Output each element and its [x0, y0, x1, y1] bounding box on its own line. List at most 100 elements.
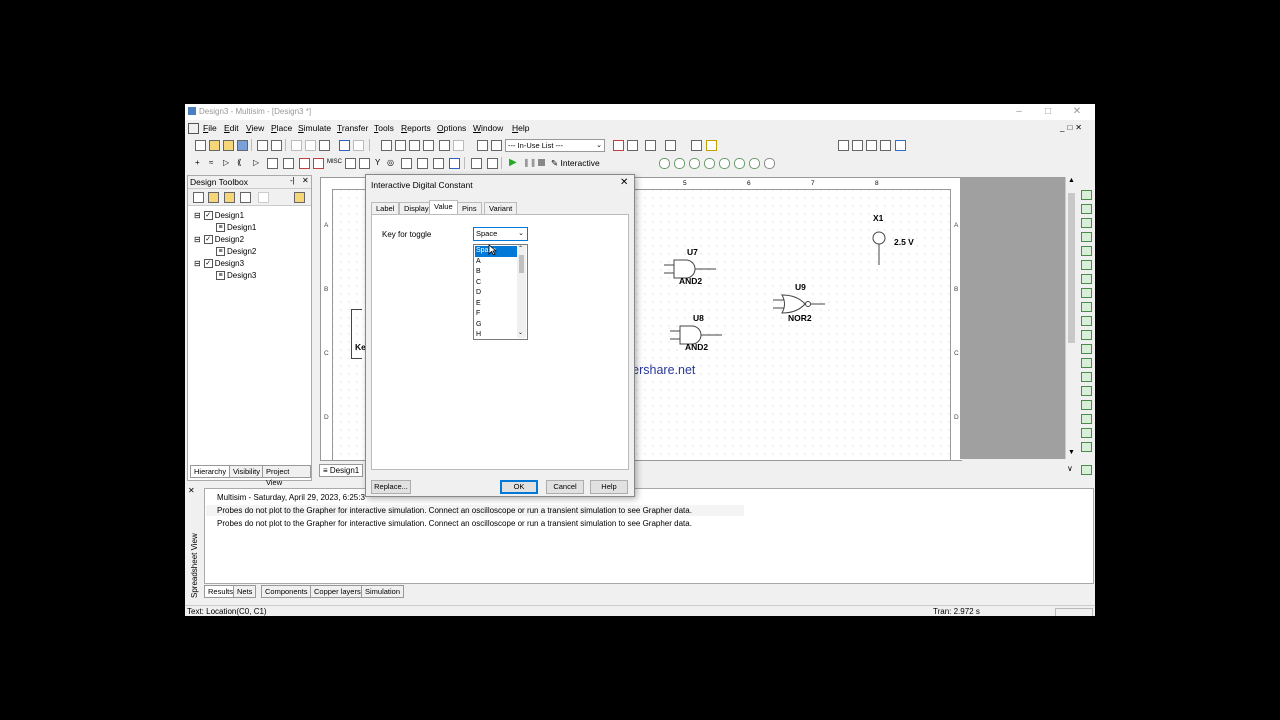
minimize-icon[interactable]: – — [1005, 105, 1033, 119]
pause-icon[interactable]: ❚❚ — [523, 158, 536, 167]
instrument-icon-1[interactable] — [659, 158, 670, 169]
key-option[interactable]: A — [475, 257, 518, 268]
mixed-icon[interactable] — [313, 158, 324, 169]
new-sheet-icon[interactable] — [240, 192, 251, 203]
replace-button[interactable]: Replace... — [371, 480, 411, 494]
menu-transfer[interactable]: Transfer — [337, 123, 368, 133]
menu-reports[interactable]: Reports — [401, 123, 431, 133]
tab-hierarchy[interactable]: Hierarchy — [190, 465, 231, 478]
tree-design2-sheet[interactable]: ≡ Design2 — [216, 247, 256, 257]
current-probe-icon[interactable] — [1081, 465, 1092, 475]
key-option[interactable]: G — [475, 320, 518, 331]
dialog-close-icon[interactable]: ✕ — [620, 177, 628, 188]
in-use-list-dropdown[interactable]: --- In-Use List --- ⌄ — [505, 139, 605, 152]
diode-icon[interactable]: ▷ — [223, 158, 232, 167]
distortion-analyzer-icon[interactable] — [1081, 344, 1092, 354]
pin-icon[interactable]: -| — [290, 176, 295, 185]
back-annotate-icon[interactable] — [645, 140, 656, 151]
print-icon[interactable] — [257, 140, 268, 151]
open-design-icon[interactable] — [208, 192, 219, 203]
tab-visibility[interactable]: Visibility — [229, 465, 264, 478]
oscilloscope-icon[interactable] — [1081, 232, 1092, 242]
hierarchy-icon-1[interactable] — [477, 140, 488, 151]
open-icon[interactable] — [209, 140, 220, 151]
logic-analyzer-icon[interactable] — [1081, 316, 1092, 326]
dialog-tab-value[interactable]: Value — [429, 200, 458, 215]
tree-design1-sheet[interactable]: ≡ Design1 — [216, 223, 256, 233]
four-channel-oscilloscope-icon[interactable] — [1081, 246, 1092, 256]
antenna-icon[interactable]: Y — [375, 158, 384, 167]
help-button[interactable]: Help — [590, 480, 628, 494]
toggle-view-icon-2[interactable] — [395, 140, 406, 151]
connector-icon[interactable] — [433, 158, 444, 169]
key-option[interactable]: E — [475, 299, 518, 310]
mcu-icon[interactable] — [417, 158, 428, 169]
key-option[interactable]: D — [475, 288, 518, 299]
menu-view[interactable]: View — [246, 123, 264, 133]
function-generator-icon[interactable] — [1081, 204, 1092, 214]
hierarchy-icon-2[interactable] — [491, 140, 502, 151]
list-scrollbar[interactable]: ⌃ ⌄ — [517, 245, 526, 338]
menu-tools[interactable]: Tools — [374, 123, 394, 133]
toggle-view-icon-1[interactable] — [381, 140, 392, 151]
agilent-multimeter-icon[interactable] — [1081, 400, 1092, 410]
menu-place[interactable]: Place — [271, 123, 292, 133]
instrument-icon-5[interactable] — [719, 158, 730, 169]
key-option[interactable]: C — [475, 278, 518, 289]
menu-edit[interactable]: Edit — [224, 123, 239, 133]
spreadsheet-icon[interactable] — [439, 140, 450, 151]
save-icon[interactable] — [237, 140, 248, 151]
place-bus-icon[interactable] — [449, 158, 460, 169]
source-icon[interactable]: + — [195, 158, 204, 167]
settings-icon[interactable] — [764, 158, 775, 169]
maximize-icon[interactable]: □ — [1034, 105, 1062, 119]
tab-project-view[interactable]: Project View — [262, 465, 311, 487]
indicator-icon[interactable] — [345, 158, 356, 169]
key-for-toggle-select[interactable]: Space ⌄ — [473, 227, 528, 241]
new-subcircuit-icon[interactable] — [224, 192, 235, 203]
ok-button[interactable]: OK — [500, 480, 538, 494]
logic-converter-icon[interactable] — [1081, 302, 1092, 312]
nor-gate-u9[interactable] — [773, 293, 825, 315]
delete-sheet-icon[interactable] — [258, 192, 269, 203]
copy-icon[interactable] — [305, 140, 316, 151]
cut-icon[interactable] — [291, 140, 302, 151]
menu-window[interactable]: Window — [473, 123, 503, 133]
spreadsheet-close-icon[interactable]: ✕ — [188, 486, 195, 495]
zoom-area-icon[interactable] — [866, 140, 877, 151]
ttl-icon[interactable] — [267, 158, 278, 169]
misc-digital-icon[interactable] — [299, 158, 310, 169]
stop-icon[interactable] — [538, 159, 545, 166]
tab-components[interactable]: Components — [261, 585, 312, 598]
menu-file[interactable]: File — [203, 123, 217, 133]
spectrum-analyzer-icon[interactable] — [1081, 358, 1092, 368]
tree-design2[interactable]: ⊟ ✓ Design2 — [194, 235, 244, 245]
instrument-icon-6[interactable] — [734, 158, 745, 169]
basic-icon[interactable]: ≈ — [209, 158, 218, 167]
tree-design3[interactable]: ⊟ ✓ Design3 — [194, 259, 244, 269]
zoom-fit-icon[interactable] — [880, 140, 891, 151]
cancel-button[interactable]: Cancel — [546, 480, 584, 494]
scroll-down-icon[interactable]: ⌄ — [518, 329, 523, 336]
toolbox-close-icon[interactable]: ✕ — [302, 176, 309, 185]
instrument-icon-3[interactable] — [689, 158, 700, 169]
postprocessor-icon[interactable] — [453, 140, 464, 151]
labview-instrument-icon[interactable] — [1081, 442, 1092, 452]
network-analyzer-icon[interactable] — [1081, 372, 1092, 382]
erc-icon[interactable] — [613, 140, 624, 151]
zoom-full-icon[interactable] — [895, 140, 906, 151]
bode-plotter-icon[interactable] — [1081, 260, 1092, 270]
iv-analyzer-icon[interactable] — [1081, 330, 1092, 340]
wire-icon[interactable] — [487, 158, 498, 169]
mdi-controls-icon[interactable]: _□✕ — [1060, 123, 1085, 132]
tab-menu-icon[interactable]: ∨ — [1067, 464, 1073, 473]
power-icon[interactable] — [359, 158, 370, 169]
instrument-icon-7[interactable] — [749, 158, 760, 169]
tab-simulation[interactable]: Simulation — [361, 585, 405, 598]
scroll-down-icon[interactable]: ▼ — [1068, 449, 1075, 456]
word-generator-icon[interactable] — [1081, 288, 1092, 298]
run-icon[interactable]: ▶ — [509, 157, 517, 168]
transistor-icon[interactable]: ⟪ — [237, 158, 246, 167]
tektronix-oscilloscope-icon[interactable] — [1081, 428, 1092, 438]
redo-icon[interactable] — [353, 140, 364, 151]
